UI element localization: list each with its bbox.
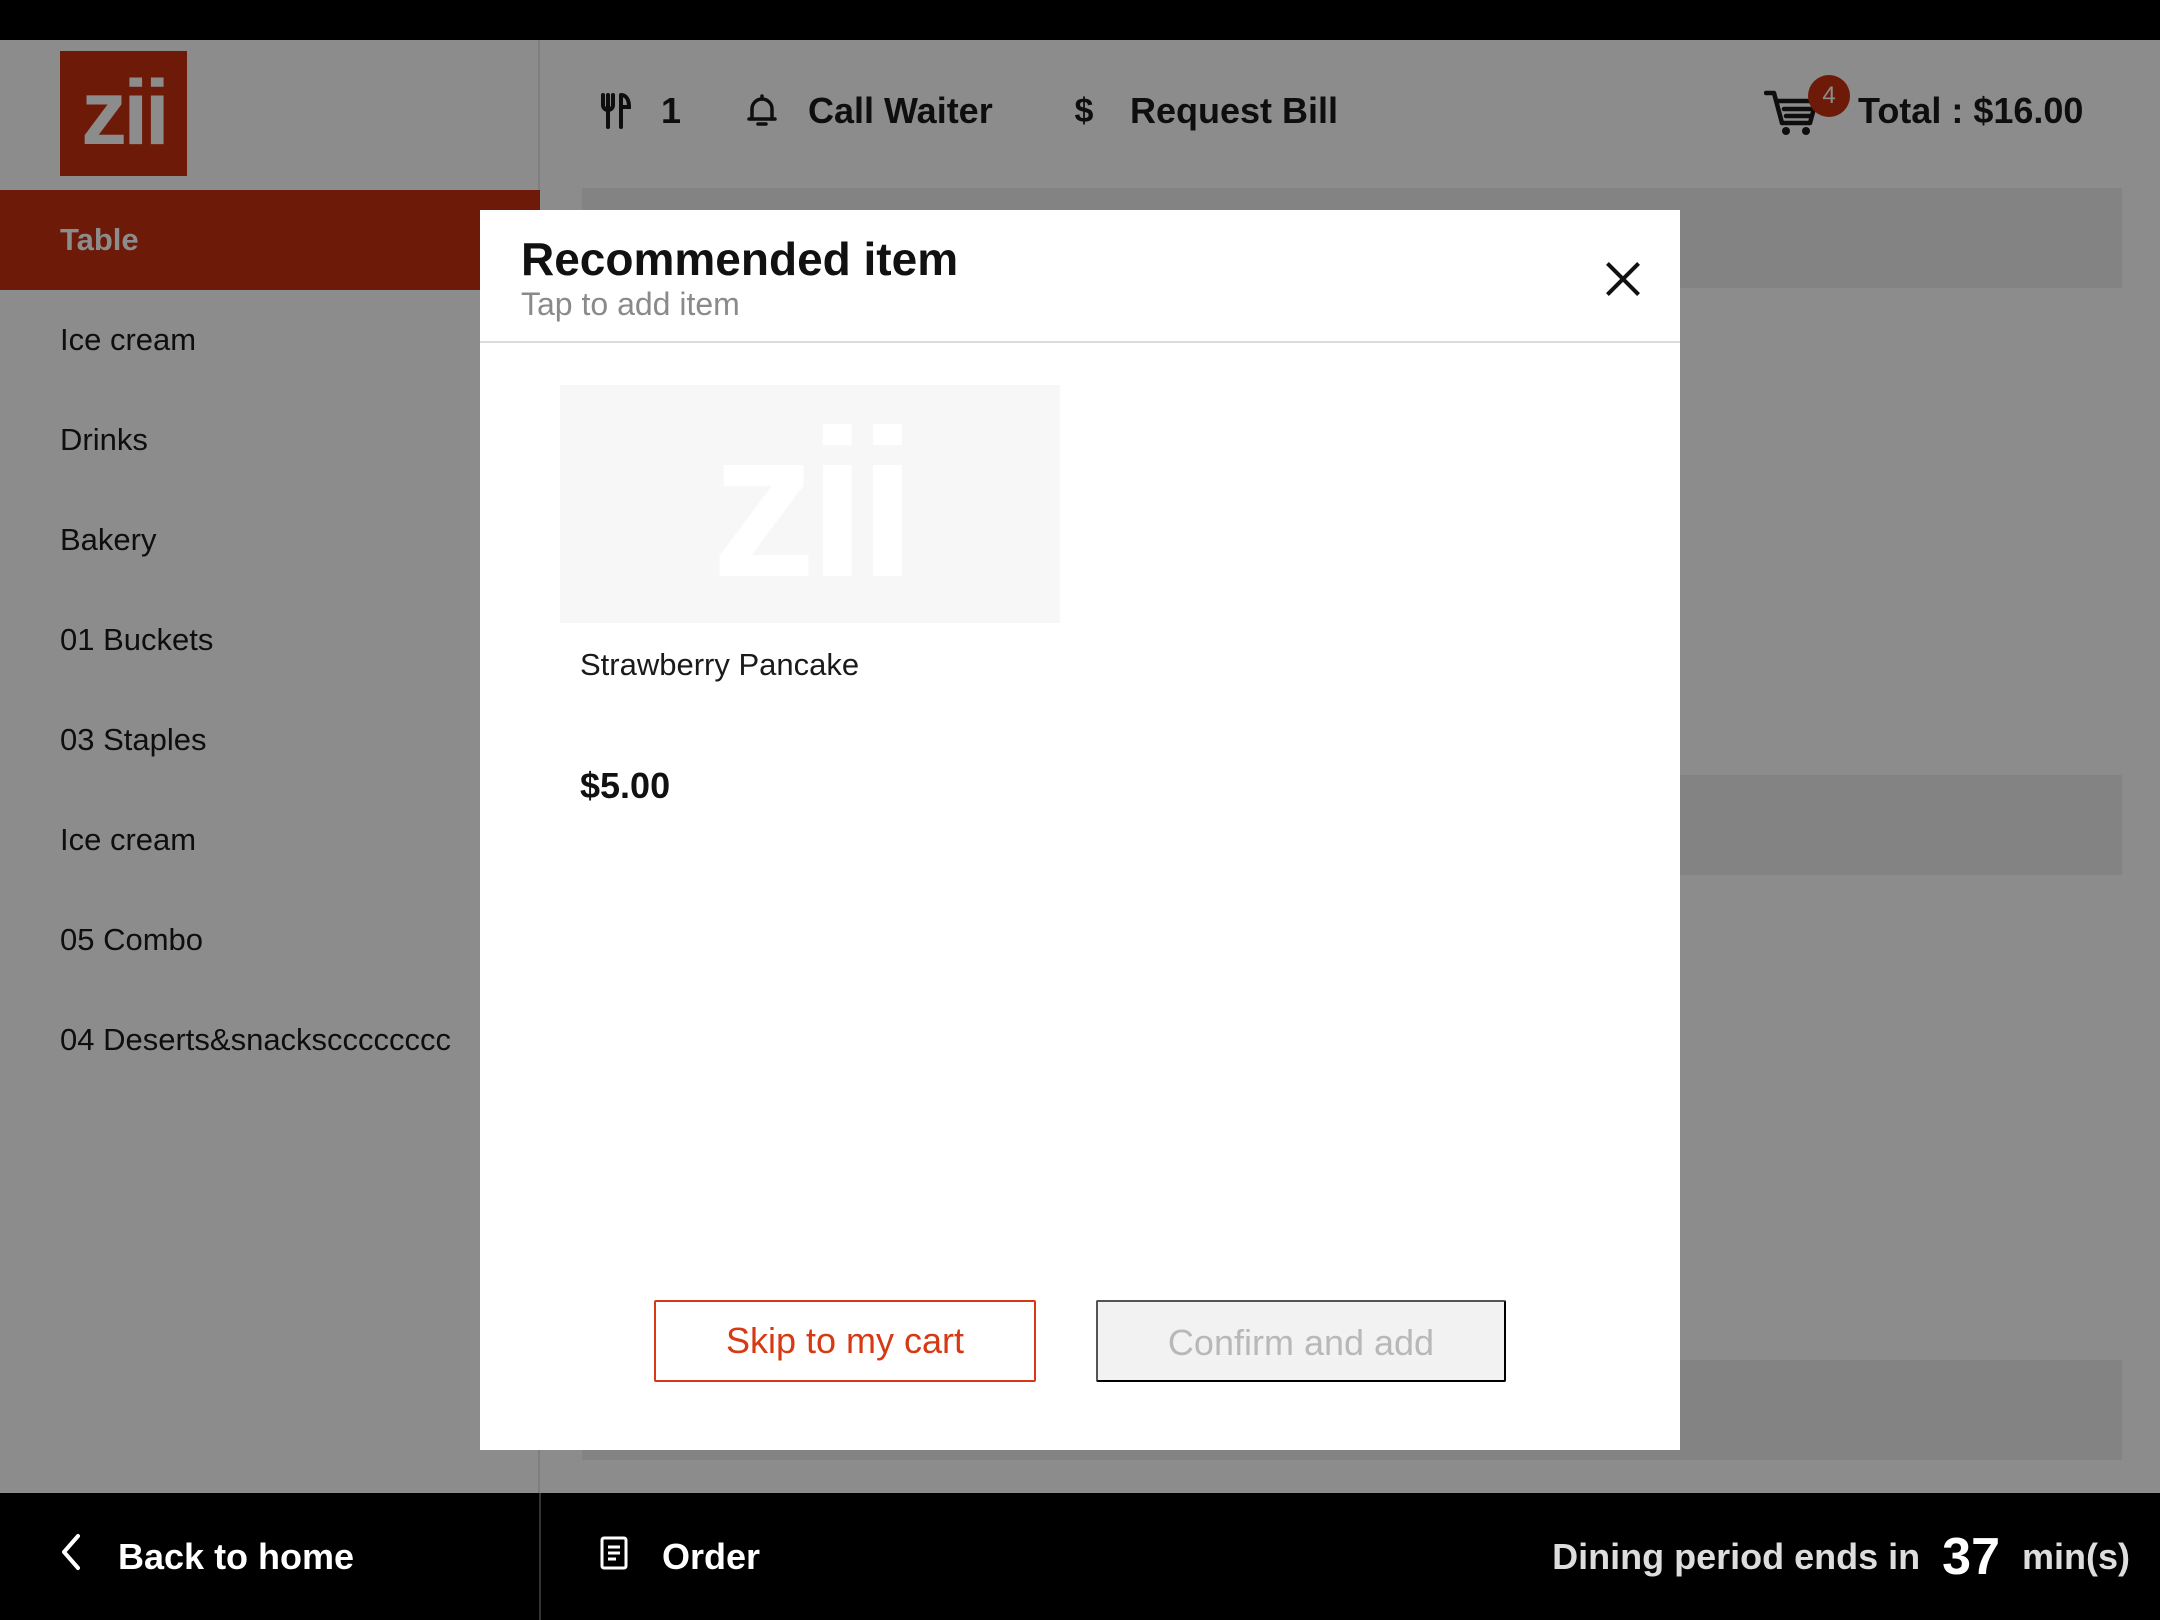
dining-period-timer: Dining period ends in 37 min(s) bbox=[1552, 1493, 2130, 1620]
back-to-home-label: Back to home bbox=[118, 1535, 355, 1577]
order-label: Order bbox=[662, 1535, 761, 1577]
modal-title: Recommended item bbox=[521, 233, 959, 285]
order-button[interactable]: Order bbox=[600, 1493, 760, 1620]
modal-subtitle: Tap to add item bbox=[521, 286, 740, 322]
bottom-bar-divider bbox=[539, 1493, 541, 1620]
device-status-bar bbox=[0, 0, 2160, 40]
recommended-item-card[interactable]: zii Strawberry Pancake $5.00 bbox=[560, 385, 1060, 825]
recommended-item-modal: Recommended item Tap to add item zii Str… bbox=[480, 210, 1680, 1450]
close-icon[interactable] bbox=[1598, 254, 1648, 304]
dining-period-suffix: min(s) bbox=[2022, 1535, 2130, 1577]
back-to-home-button[interactable]: Back to home bbox=[60, 1493, 354, 1620]
item-image-logo: zii bbox=[711, 386, 917, 621]
item-name: Strawberry Pancake bbox=[580, 647, 860, 682]
modal-header: Recommended item Tap to add item bbox=[480, 210, 1680, 343]
item-price: $5.00 bbox=[580, 765, 671, 806]
confirm-and-add-button[interactable]: Confirm and add bbox=[1096, 1300, 1506, 1382]
receipt-icon bbox=[600, 1536, 628, 1578]
dining-period-prefix: Dining period ends in bbox=[1552, 1535, 1921, 1577]
item-image-placeholder: zii bbox=[560, 385, 1060, 623]
chevron-left-icon bbox=[60, 1532, 82, 1582]
dining-minutes: 37 bbox=[1942, 1527, 2000, 1586]
bottom-bar: Back to home Order Dining period ends in… bbox=[0, 1493, 2160, 1620]
skip-to-cart-button[interactable]: Skip to my cart bbox=[654, 1300, 1036, 1382]
